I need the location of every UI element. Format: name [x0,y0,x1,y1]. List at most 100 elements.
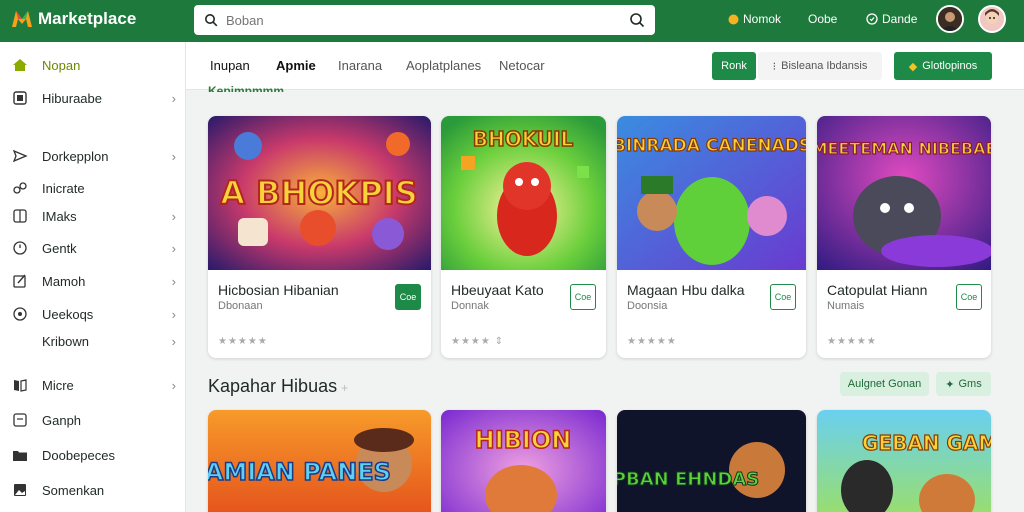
sidebar-item-inicrate[interactable]: Inicrate [0,175,186,201]
tab-bar: Inupan Apmie Inarana Aoplatplanes Netoca… [186,42,1024,92]
brand[interactable]: Marketplace [10,7,136,31]
sidebar-item-gentk[interactable]: Gentk › [0,235,186,261]
sidebar-item-label: Ganph [42,412,82,428]
game-card[interactable]: A BHOKPIS Hicbosian Hibanian Dbonaan ★★★… [208,116,431,358]
game-card-subtitle: Donnak [451,300,489,312]
game-card[interactable]: MEETEMAN NIBEBAE Catopulat Hiann Numais … [817,116,991,358]
home-icon [13,59,27,71]
game-card-art: BHOKUIL [441,116,606,270]
sidebar-item-hiburaabe[interactable]: Hiburaabe › [0,85,186,111]
game-card-art: GAMIAN PANES [208,410,431,512]
get-button[interactable]: Coe [956,284,982,310]
link-icon [13,182,27,194]
game-card[interactable]: BEPBAN EHNDAS [617,410,806,512]
game-card-title: Magaan Hbu dalka [627,282,745,298]
game-card-subtitle: Numais [827,300,865,312]
game-card-title: Catopulat Hiann [827,282,928,298]
action-button[interactable]: ◆ Glotlopinos [894,52,992,80]
section-title-text: Kapahar Hibuas [208,376,338,396]
sidebar-item-doobepeces[interactable]: Doobepeces [0,442,186,468]
tab-apmie[interactable]: Apmie [276,58,316,73]
search-submit-icon[interactable] [629,12,645,28]
send-icon [12,149,28,163]
avatar-user-1[interactable] [936,5,964,33]
grid-icon [13,209,27,223]
chat-icon [866,13,878,25]
game-card[interactable]: GAMIAN PANES [208,410,431,512]
filter-button[interactable]: ⁝ Bisleana Ibdansis [758,52,882,80]
section-title: Kapahar Hibuas + [208,376,348,397]
game-card[interactable]: HIBION [441,410,606,512]
avatar-image [938,7,962,31]
sidebar-item-kribown[interactable]: Kribown › [0,328,186,354]
game-card-art: MEETEMAN NIBEBAE [817,116,991,270]
sidebar-item-label: Doobepeces [42,447,115,463]
sidebar-item-micre[interactable]: Micre › [0,372,186,398]
sidebar-item-ueekoqs[interactable]: Ueekoqs › [0,301,186,327]
game-card-title: Hbeuyaat Kato [451,282,544,298]
game-card[interactable]: GEBAN GAME [817,410,991,512]
game-card-art-text: BHOKUIL [473,127,574,151]
plus-icon[interactable]: + [341,381,348,395]
avatar-user-2[interactable] [978,5,1006,33]
settings-icon [13,307,27,321]
top-link-nomok[interactable]: Nomok [728,12,781,26]
sidebar-item-nopan[interactable]: Nopan [0,52,186,78]
game-card-art: HIBION [441,410,606,512]
gamepad-icon: ✦ [945,378,955,391]
game-card-art: BEPBAN EHNDAS [617,410,806,512]
game-card-art-text: GEBAN GAME [862,431,991,455]
sidebar-item-label: Inicrate [42,180,85,196]
game-card[interactable]: BINRADA CANENADS Magaan Hbu dalka Doonsi… [617,116,806,358]
filter-pill[interactable]: Aulgnet Gonan [840,372,929,396]
chevron-right-icon: › [171,333,176,349]
sidebar-item-label: Nopan [42,57,81,73]
action-button-label: Glotlopinos [922,60,978,72]
image-icon [14,484,26,496]
get-button[interactable]: Coe [395,284,421,310]
game-card-art-text: BEPBAN EHNDAS [617,469,759,490]
sidebar-item-label: Mamoh [42,273,86,289]
top-link-label: Nomok [743,12,782,26]
game-card-subtitle: Doonsia [627,300,668,312]
game-card-title: Hicbosian Hibanian [218,282,339,298]
tab-netocar[interactable]: Netocar [499,58,545,73]
top-link-dande[interactable]: Dande [866,12,917,26]
game-card-art-text: BINRADA CANENADS [617,136,806,156]
sidebar-item-imaks[interactable]: IMaks › [0,203,186,229]
game-card[interactable]: BHOKUIL Hbeuyaat Kato Donnak ★★★★ ⇕ Coe [441,116,606,358]
top-link-oobe[interactable]: Oobe [808,12,837,26]
tab-aoplatplanes[interactable]: Aoplatplanes [406,58,481,73]
game-card-art: A BHOKPIS [208,116,431,270]
sidebar-item-ganph[interactable]: Ganph [0,407,186,433]
game-card-art-text: MEETEMAN NIBEBAE [817,139,991,158]
chevron-right-icon: › [171,377,176,393]
rating-stars: ★★★★★ [827,336,877,347]
filter-button-label: Bisleana Ibdansis [781,60,868,72]
sidebar-item-label: Gentk [42,240,77,256]
game-card-art-text: GAMIAN PANES [208,458,391,486]
sidebar-item-label: Ueekoqs [42,306,94,322]
sidebar-item-mamoh[interactable]: Mamoh › [0,268,186,294]
search-bar[interactable] [194,5,655,35]
sidebar-item-label: Hiburaabe [42,90,102,106]
sidebar-item-somenkan[interactable]: Somenkan [0,477,186,503]
tab-inupan[interactable]: Inupan [210,58,250,73]
sidebar-item-dorkepplon[interactable]: Dorkepplon › [0,143,186,169]
rating-stars: ★★★★ ⇕ [451,336,505,347]
game-card-subtitle: Dbonaan [218,300,263,312]
get-button[interactable]: Coe [770,284,796,310]
chevron-right-icon: › [171,240,176,256]
marketplace-logo-icon [12,11,32,27]
edit-icon [13,274,26,288]
rank-button-label: Ronk [721,60,747,72]
rating-stars: ★★★★★ [218,336,268,347]
game-card-art: BINRADA CANENADS [617,116,806,270]
games-pill[interactable]: ✦ Gms [936,372,991,396]
rank-button[interactable]: Ronk [712,52,756,80]
avatar-image [980,7,1004,31]
get-button[interactable]: Coe [570,284,596,310]
filter-pill-label: Aulgnet Gonan [847,378,922,390]
tab-inarana[interactable]: Inarana [338,58,382,73]
search-input[interactable] [226,12,621,28]
